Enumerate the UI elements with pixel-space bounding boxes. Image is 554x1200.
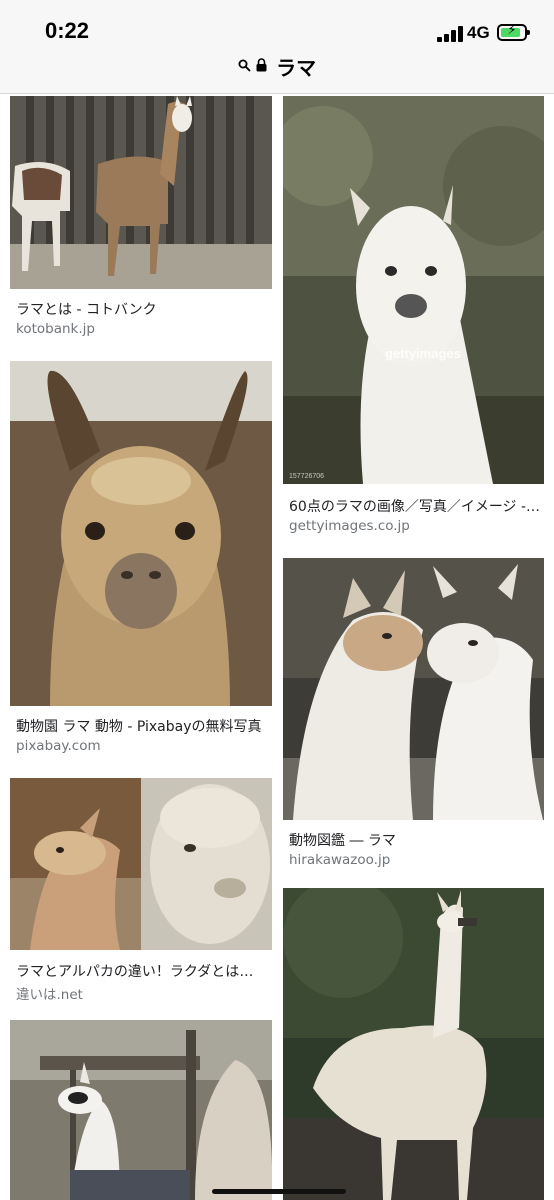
image-result-card[interactable]: 動物園 ラマ 動物 - Pixabayの無料写真 pixabay.com	[10, 361, 272, 756]
result-caption[interactable]: ラマとは - コトバンク	[16, 299, 266, 319]
getty-watermark: gettyimages	[385, 346, 461, 361]
result-caption[interactable]: 動物園 ラマ 動物 - Pixabayの無料写真	[16, 716, 266, 736]
home-indicator[interactable]	[212, 1189, 346, 1194]
image-results-grid: ラマとは - コトバンク kotobank.jp gettyimages 157…	[0, 94, 554, 1200]
result-source[interactable]: hirakawazoo.jp	[289, 852, 390, 868]
address-bar-content[interactable]: ラマ	[0, 52, 554, 81]
address-query[interactable]: ラマ	[276, 52, 316, 81]
result-image[interactable]	[10, 361, 272, 706]
result-caption[interactable]: 60点のラマの画像／写真／イメージ - ...	[289, 496, 541, 516]
result-caption[interactable]: ラマとアルパカの違い！ラクダとは何...	[16, 961, 266, 981]
result-source[interactable]: pixabay.com	[16, 738, 101, 754]
address-bar[interactable]: ラマ	[0, 48, 554, 94]
getty-image-id: 157726706	[289, 473, 324, 480]
result-image[interactable]	[283, 558, 544, 820]
cellular-signal-icon	[437, 26, 464, 42]
result-caption[interactable]: 動物図鑑 ― ラマ	[289, 830, 541, 850]
result-source[interactable]: 違いは.net	[16, 983, 83, 1003]
result-image[interactable]	[10, 1020, 272, 1200]
result-image[interactable]: gettyimages 157726706	[283, 96, 544, 484]
image-result-card[interactable]: ラマとアルパカの違い！ラクダとは何... 違いは.net	[10, 778, 272, 1003]
battery-icon: ⚡	[497, 23, 530, 41]
image-result-card[interactable]: gettyimages 157726706 60点のラマの画像／写真／イメージ …	[283, 96, 544, 536]
image-result-card[interactable]	[283, 888, 544, 1200]
network-type: 4G	[467, 23, 490, 42]
image-result-card[interactable]	[10, 1020, 272, 1200]
search-icon	[238, 57, 251, 76]
result-source[interactable]: kotobank.jp	[16, 321, 95, 337]
image-result-card[interactable]: ラマとは - コトバンク kotobank.jp	[10, 96, 272, 341]
status-time: 0:22	[45, 18, 90, 43]
charging-bolt-icon: ⚡	[507, 23, 517, 38]
image-result-card[interactable]: 動物図鑑 ― ラマ hirakawazoo.jp	[283, 558, 544, 873]
battery-cap	[527, 30, 530, 35]
result-image[interactable]	[283, 888, 544, 1200]
result-image[interactable]	[10, 96, 272, 289]
status-bar: 0:22 4G ⚡	[0, 0, 554, 48]
result-source[interactable]: gettyimages.co.jp	[289, 518, 410, 534]
result-image[interactable]	[10, 778, 272, 950]
lock-icon	[256, 57, 267, 76]
